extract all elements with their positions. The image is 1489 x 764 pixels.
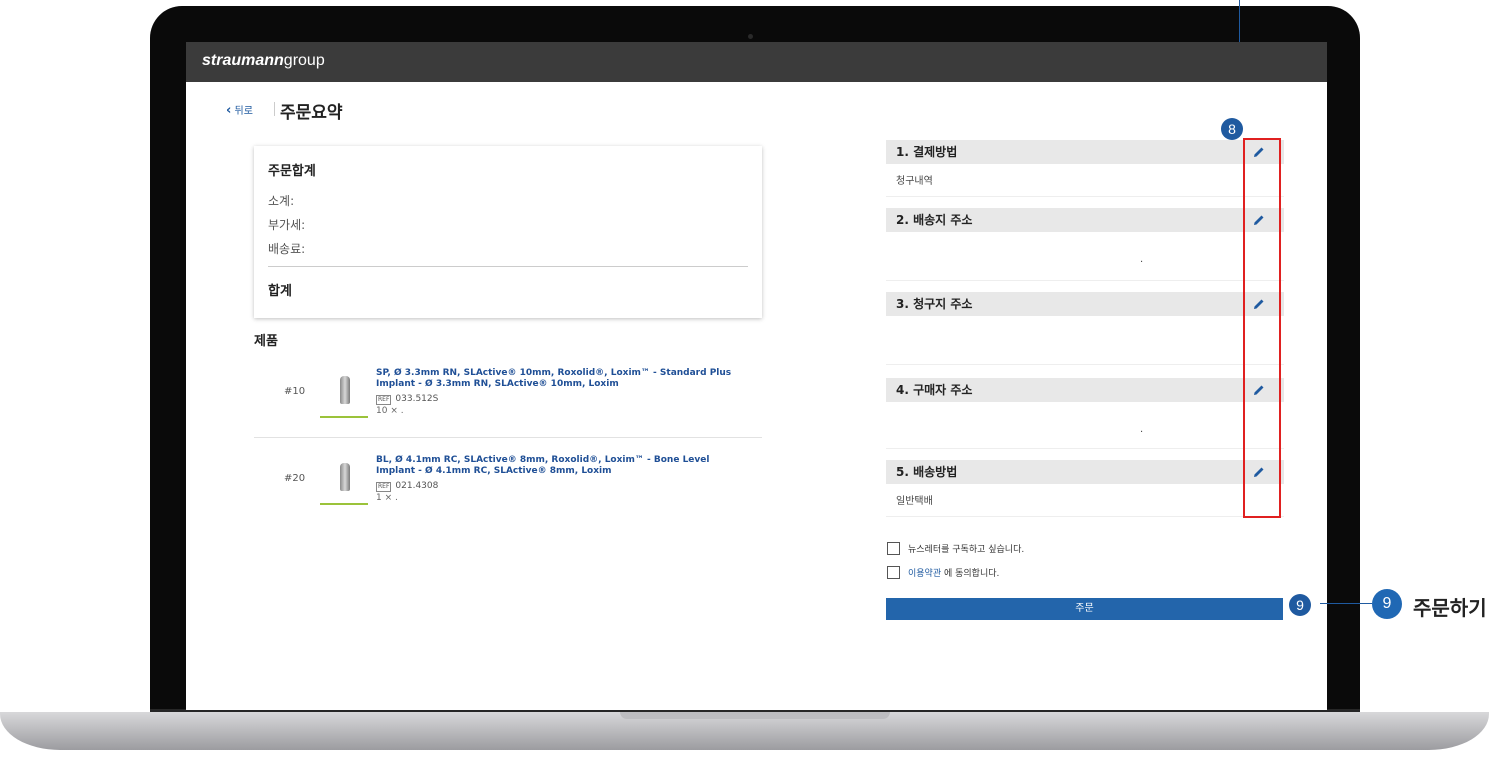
chevron-left-icon: ‹ [226,103,232,118]
back-link[interactable]: ‹ 뒤로 [226,102,253,118]
section-value: 일반택배 [896,496,933,507]
product-number: #10 [284,386,306,397]
product-ref: REF 021.4308 [376,481,439,492]
section-shipping-address: 2. 배송지 주소 . [886,208,1284,281]
top-bar: straumanngroup [186,42,1327,82]
summary-title: 주문합계 [268,164,316,179]
total-label: 합계 [268,284,292,299]
section-value: . [1140,254,1144,265]
callout-badge-9: 9 [1289,594,1311,616]
section-buyer-address: 4. 구매자 주소 . [886,378,1284,449]
products-title: 제품 [254,334,278,349]
callout-order-text: 주문하기 [1413,596,1487,620]
summary-divider [268,266,748,267]
callout-badge-8: 8 [1221,118,1243,140]
product-name-link[interactable]: SP, Ø 3.3mm RN, SLActive® 10mm, Roxolid®… [376,368,746,390]
implant-image [340,463,350,491]
section-value: 청구내역 [896,176,933,187]
product-number: #20 [284,473,306,484]
section-shipping-method: 5. 배송방법 일반택배 [886,460,1284,517]
vat-label: 부가세: [268,218,306,232]
terms-checkbox[interactable] [887,566,900,579]
section-title: 1. 결제방법 [896,145,958,159]
section-title: 5. 배송방법 [896,465,958,479]
camera-dot [748,34,753,39]
terms-link[interactable]: 이용약관 [908,569,941,579]
product-underline [320,503,368,505]
section-value: . [1140,424,1144,435]
product-row: #10 SP, Ø 3.3mm RN, SLActive® 10mm, Roxo… [254,368,762,438]
newsletter-label: 뉴스레터를 구독하고 싶습니다. [908,545,1025,555]
product-qty: 1 × . [376,493,398,503]
section-billing-address: 3. 청구지 주소 [886,292,1284,365]
divider [274,102,275,116]
product-row: #20 BL, Ø 4.1mm RC, SLActive® 8mm, Roxol… [254,455,762,525]
laptop-notch [620,712,890,719]
order-button[interactable]: 주문 [886,598,1283,620]
section-value [886,316,1284,338]
callout-line-9 [1320,603,1372,604]
straumann-logo[interactable]: straumanngroup [202,52,325,70]
newsletter-checkbox[interactable] [887,542,900,555]
product-ref: REF 033.512S [376,394,439,405]
order-summary-card: 주문합계 소계: 부가세: 배송료: 합계 [254,146,762,318]
page-title: 주문요약 [280,103,343,123]
subtotal-label: 소계: [268,194,295,208]
product-separator [254,437,762,438]
app-screen: straumanngroup ‹ 뒤로 주문요약 주문합계 소계: 부가세: 배… [186,42,1327,710]
implant-image [340,376,350,404]
edit-icons-highlight [1243,138,1281,518]
product-qty: 10 × . [376,406,404,416]
product-underline [320,416,368,418]
terms-label: 이용약관 에 동의합니다. [908,569,1000,579]
product-name-link[interactable]: BL, Ø 4.1mm RC, SLActive® 8mm, Roxolid®,… [376,455,746,477]
callout-badge-9-large: 9 [1372,589,1402,619]
section-title: 2. 배송지 주소 [896,213,973,227]
shipping-fee-label: 배송료: [268,242,306,256]
section-title: 3. 청구지 주소 [896,297,973,311]
section-title: 4. 구매자 주소 [896,383,973,397]
section-payment-method: 1. 결제방법 청구내역 [886,140,1284,197]
